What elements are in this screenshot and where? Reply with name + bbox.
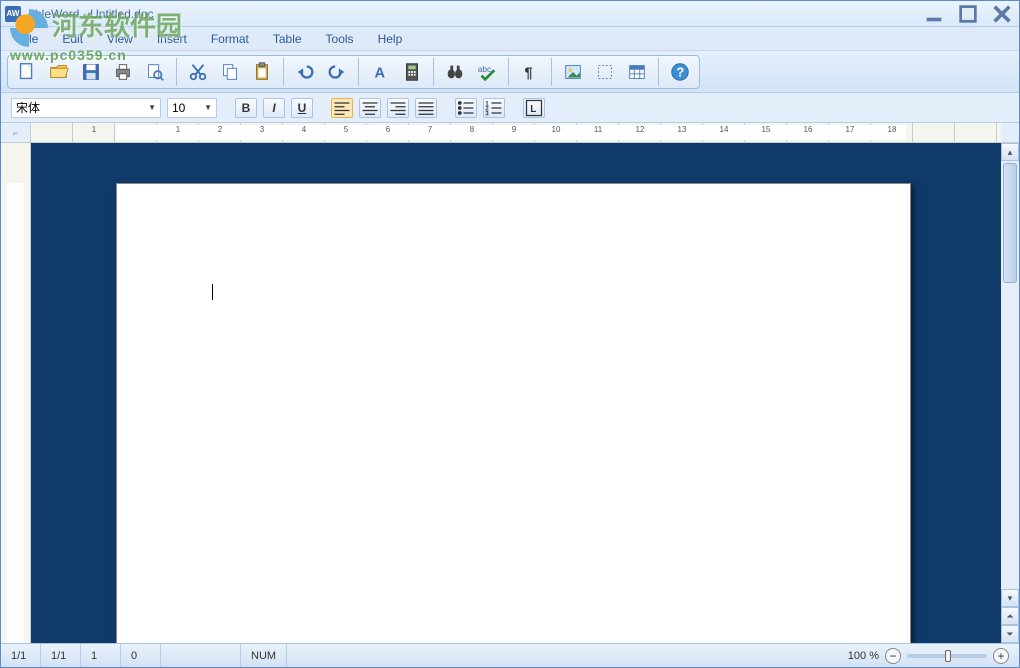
document-canvas[interactable] — [31, 143, 1001, 643]
underline-button[interactable]: U — [291, 98, 313, 118]
statusbar: 1/1 1/1 1 0 NUM 100 % − + — [1, 643, 1019, 667]
svg-text:A: A — [375, 65, 386, 81]
binoculars-icon[interactable] — [440, 57, 470, 87]
zoom-in-button[interactable]: + — [993, 648, 1009, 664]
status-page: 1/1 — [1, 644, 41, 667]
status-line: 1 — [81, 644, 121, 667]
print-preview-icon[interactable] — [140, 57, 170, 87]
chevron-down-icon: ▼ — [148, 103, 156, 112]
new-document-icon[interactable] — [12, 57, 42, 87]
menu-help[interactable]: Help — [368, 29, 413, 49]
scroll-track[interactable] — [1001, 161, 1019, 589]
menu-table[interactable]: Table — [263, 29, 312, 49]
status-section: 1/1 — [41, 644, 81, 667]
numbered-list-button[interactable]: 123 — [483, 98, 505, 118]
menu-insert[interactable]: Insert — [147, 29, 197, 49]
window-title: AbleWord - Untitled.doc — [27, 7, 921, 21]
prev-page-button[interactable]: ⏶ — [1001, 607, 1019, 625]
redo-icon[interactable] — [322, 57, 352, 87]
text-cursor — [212, 284, 213, 300]
align-left-button[interactable] — [331, 98, 353, 118]
vertical-ruler[interactable] — [1, 143, 31, 643]
next-page-button[interactable]: ⏷ — [1001, 625, 1019, 643]
maximize-button[interactable] — [955, 5, 981, 23]
menu-edit[interactable]: Edit — [52, 29, 93, 49]
bullet-list-button[interactable] — [455, 98, 477, 118]
svg-text:L: L — [530, 103, 536, 114]
svg-text:abc: abc — [478, 65, 491, 74]
scroll-up-button[interactable]: ▴ — [1001, 143, 1019, 161]
document-page[interactable] — [116, 183, 911, 643]
status-col: 0 — [121, 644, 161, 667]
align-center-button[interactable] — [359, 98, 381, 118]
paste-clipboard-icon[interactable] — [247, 57, 277, 87]
menu-format[interactable]: Format — [201, 29, 259, 49]
font-size-select[interactable]: 10▼ — [167, 98, 217, 118]
menubar: File Edit View Insert Format Table Tools… — [1, 27, 1019, 51]
bold-button[interactable]: B — [235, 98, 257, 118]
vertical-scrollbar[interactable]: ▴ ▾ ⏶ ⏷ — [1001, 143, 1019, 643]
svg-text:3: 3 — [485, 110, 489, 117]
calculator-icon[interactable] — [397, 57, 427, 87]
align-right-button[interactable] — [387, 98, 409, 118]
main-toolbar: A abc ¶ ? — [1, 51, 1019, 93]
printer-icon[interactable] — [108, 57, 138, 87]
align-justify-button[interactable] — [415, 98, 437, 118]
app-icon: AW — [5, 6, 21, 22]
menu-file[interactable]: File — [9, 29, 48, 49]
spellcheck-icon[interactable]: abc — [472, 57, 502, 87]
text-direction-button[interactable]: L — [523, 98, 545, 118]
save-disk-icon[interactable] — [76, 57, 106, 87]
italic-button[interactable]: I — [263, 98, 285, 118]
titlebar: AW AbleWord - Untitled.doc — [1, 1, 1019, 27]
zoom-label: 100 % — [848, 650, 879, 662]
scissors-icon[interactable] — [183, 57, 213, 87]
zoom-out-button[interactable]: − — [885, 648, 901, 664]
svg-text:¶: ¶ — [525, 65, 533, 81]
pilcrow-icon[interactable]: ¶ — [515, 57, 545, 87]
open-folder-icon[interactable] — [44, 57, 74, 87]
minimize-button[interactable] — [921, 5, 947, 23]
editor-area: ▴ ▾ ⏶ ⏷ — [1, 143, 1019, 643]
horizontal-ruler[interactable]: 1123456789101112131415161718 — [31, 123, 1001, 142]
status-numlock: NUM — [241, 644, 287, 667]
image-icon[interactable] — [558, 57, 588, 87]
menu-tools[interactable]: Tools — [316, 29, 364, 49]
ruler-row: ⌐ 1123456789101112131415161718 — [1, 123, 1019, 143]
undo-icon[interactable] — [290, 57, 320, 87]
chevron-down-icon: ▼ — [204, 103, 212, 112]
ruler-corner: ⌐ — [1, 123, 31, 142]
scroll-down-button[interactable]: ▾ — [1001, 589, 1019, 607]
format-toolbar: 宋体▼ 10▼ B I U 123 L — [1, 93, 1019, 123]
zoom-slider-thumb[interactable] — [945, 650, 951, 662]
table-icon[interactable] — [622, 57, 652, 87]
help-icon[interactable]: ? — [665, 57, 695, 87]
scroll-thumb[interactable] — [1003, 163, 1017, 283]
selection-icon[interactable] — [590, 57, 620, 87]
menu-view[interactable]: View — [97, 29, 143, 49]
close-button[interactable] — [989, 5, 1015, 23]
font-name-select[interactable]: 宋体▼ — [11, 98, 161, 118]
copy-icon[interactable] — [215, 57, 245, 87]
zoom-slider[interactable] — [907, 654, 987, 658]
font-a-icon[interactable]: A — [365, 57, 395, 87]
svg-text:?: ? — [676, 64, 684, 79]
